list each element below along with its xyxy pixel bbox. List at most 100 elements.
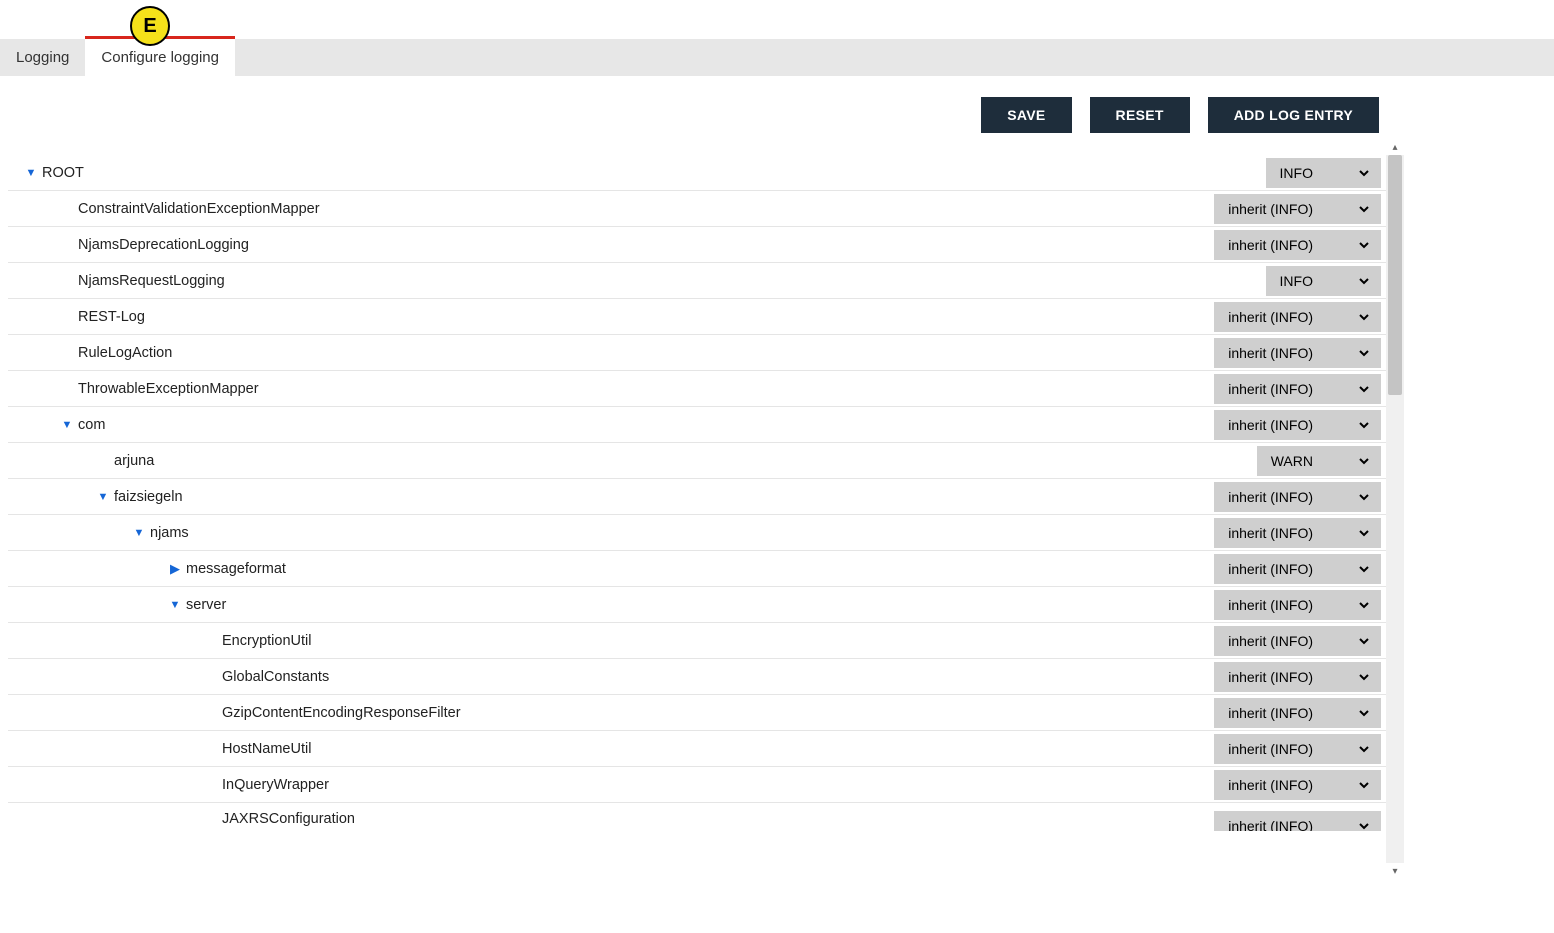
log-level-select[interactable]: inherit (INFO) (1214, 374, 1381, 404)
log-level-value[interactable]: WARN (1257, 446, 1347, 476)
expand-icon[interactable]: ▶ (164, 561, 186, 577)
log-level-value[interactable]: INFO (1266, 266, 1347, 296)
tree-node-label[interactable]: RuleLogAction (78, 345, 1214, 361)
log-level-value[interactable]: inherit (INFO) (1214, 590, 1347, 620)
tree-node-label[interactable]: ConstraintValidationExceptionMapper (78, 201, 1214, 217)
tree-node-label[interactable]: HostNameUtil (222, 741, 1214, 757)
log-level-select[interactable]: inherit (INFO) (1214, 194, 1381, 224)
log-level-select[interactable]: inherit (INFO) (1214, 302, 1381, 332)
vertical-scrollbar[interactable]: ▴ ▾ (1386, 155, 1404, 863)
log-level-select[interactable]: inherit (INFO) (1214, 338, 1381, 368)
tree-node-label[interactable]: arjuna (114, 453, 1257, 469)
tree-row: EncryptionUtilinherit (INFO) (8, 623, 1389, 659)
tree-node-label[interactable]: faizsiegeln (114, 489, 1214, 505)
chevron-down-icon[interactable] (1347, 230, 1381, 260)
log-level-value[interactable]: inherit (INFO) (1214, 482, 1347, 512)
reset-button[interactable]: RESET (1090, 97, 1190, 133)
chevron-down-icon[interactable] (1347, 811, 1381, 831)
tree-row: REST-Loginherit (INFO) (8, 299, 1389, 335)
tree-node-label[interactable]: GlobalConstants (222, 669, 1214, 685)
tree-node-label[interactable]: InQueryWrapper (222, 777, 1214, 793)
tree-node-label[interactable]: JAXRSConfiguration (222, 811, 1214, 827)
chevron-down-icon[interactable] (1347, 338, 1381, 368)
tree-node-label[interactable]: njams (150, 525, 1214, 541)
log-level-select[interactable]: inherit (INFO) (1214, 590, 1381, 620)
chevron-down-icon[interactable] (1347, 626, 1381, 656)
log-level-value[interactable]: inherit (INFO) (1214, 770, 1347, 800)
log-level-value[interactable]: inherit (INFO) (1214, 518, 1347, 548)
log-level-value[interactable]: inherit (INFO) (1214, 194, 1347, 224)
chevron-down-icon[interactable] (1347, 266, 1381, 296)
log-level-select[interactable]: INFO (1266, 266, 1381, 296)
tree-node-label[interactable]: REST-Log (78, 309, 1214, 325)
annotation-badge-e: E (130, 6, 170, 46)
log-level-value[interactable]: inherit (INFO) (1214, 662, 1347, 692)
chevron-down-icon[interactable] (1347, 662, 1381, 692)
log-level-value[interactable]: INFO (1266, 158, 1347, 188)
chevron-down-icon[interactable] (1347, 734, 1381, 764)
tree-node-label[interactable]: ThrowableExceptionMapper (78, 381, 1214, 397)
log-level-value[interactable]: inherit (INFO) (1214, 811, 1347, 831)
chevron-down-icon[interactable] (1347, 518, 1381, 548)
log-level-select[interactable]: inherit (INFO) (1214, 811, 1381, 831)
tree-node-label[interactable]: messageformat (186, 561, 1214, 577)
tree-row: HostNameUtilinherit (INFO) (8, 731, 1389, 767)
tree-row: RuleLogActioninherit (INFO) (8, 335, 1389, 371)
collapse-icon[interactable]: ▼ (56, 419, 78, 431)
log-level-select[interactable]: WARN (1257, 446, 1381, 476)
log-level-select[interactable]: inherit (INFO) (1214, 662, 1381, 692)
chevron-down-icon[interactable] (1347, 302, 1381, 332)
chevron-down-icon[interactable] (1347, 194, 1381, 224)
tree-node-label[interactable]: ROOT (42, 165, 1266, 181)
log-level-value[interactable]: inherit (INFO) (1214, 374, 1347, 404)
log-level-value[interactable]: inherit (INFO) (1214, 338, 1347, 368)
log-level-select[interactable]: inherit (INFO) (1214, 230, 1381, 260)
tree-node-label[interactable]: EncryptionUtil (222, 633, 1214, 649)
log-level-select[interactable]: inherit (INFO) (1214, 734, 1381, 764)
log-level-select[interactable]: inherit (INFO) (1214, 410, 1381, 440)
log-level-value[interactable]: inherit (INFO) (1214, 410, 1347, 440)
log-level-select[interactable]: inherit (INFO) (1214, 698, 1381, 728)
tree-row: GzipContentEncodingResponseFilterinherit… (8, 695, 1389, 731)
tree-node-label[interactable]: NjamsRequestLogging (78, 273, 1266, 289)
log-level-select[interactable]: INFO (1266, 158, 1381, 188)
tree-node-label[interactable]: server (186, 597, 1214, 613)
log-level-value[interactable]: inherit (INFO) (1214, 554, 1347, 584)
log-level-select[interactable]: inherit (INFO) (1214, 554, 1381, 584)
tree-node-label[interactable]: com (78, 417, 1214, 433)
tree-node-label[interactable]: GzipContentEncodingResponseFilter (222, 705, 1214, 721)
log-level-value[interactable]: inherit (INFO) (1214, 734, 1347, 764)
scrollbar-thumb[interactable] (1388, 155, 1402, 395)
tree-node-label[interactable]: NjamsDeprecationLogging (78, 237, 1214, 253)
scroll-up-icon[interactable]: ▴ (1386, 139, 1404, 155)
chevron-down-icon[interactable] (1347, 590, 1381, 620)
log-level-value[interactable]: inherit (INFO) (1214, 230, 1347, 260)
chevron-down-icon[interactable] (1347, 374, 1381, 404)
collapse-icon[interactable]: ▼ (128, 527, 150, 539)
chevron-down-icon[interactable] (1347, 770, 1381, 800)
log-level-select[interactable]: inherit (INFO) (1214, 770, 1381, 800)
tree-row: ▼njamsinherit (INFO) (8, 515, 1389, 551)
log-level-value[interactable]: inherit (INFO) (1214, 302, 1347, 332)
chevron-down-icon[interactable] (1347, 554, 1381, 584)
save-button[interactable]: SAVE (981, 97, 1071, 133)
tab-bar: Logging Configure logging (0, 39, 1554, 76)
chevron-down-icon[interactable] (1347, 698, 1381, 728)
chevron-down-icon[interactable] (1347, 446, 1381, 476)
chevron-down-icon[interactable] (1347, 410, 1381, 440)
collapse-icon[interactable]: ▼ (20, 167, 42, 179)
log-level-select[interactable]: inherit (INFO) (1214, 518, 1381, 548)
tree-row: ▼serverinherit (INFO) (8, 587, 1389, 623)
chevron-down-icon[interactable] (1347, 482, 1381, 512)
collapse-icon[interactable]: ▼ (164, 599, 186, 611)
chevron-down-icon[interactable] (1347, 158, 1381, 188)
log-level-value[interactable]: inherit (INFO) (1214, 698, 1347, 728)
collapse-icon[interactable]: ▼ (92, 491, 114, 503)
add-log-entry-button[interactable]: ADD LOG ENTRY (1208, 97, 1379, 133)
scroll-down-icon[interactable]: ▾ (1386, 863, 1404, 879)
log-level-select[interactable]: inherit (INFO) (1214, 626, 1381, 656)
tree-row: ▶messageformatinherit (INFO) (8, 551, 1389, 587)
log-level-select[interactable]: inherit (INFO) (1214, 482, 1381, 512)
log-level-value[interactable]: inherit (INFO) (1214, 626, 1347, 656)
tab-logging[interactable]: Logging (0, 39, 85, 76)
